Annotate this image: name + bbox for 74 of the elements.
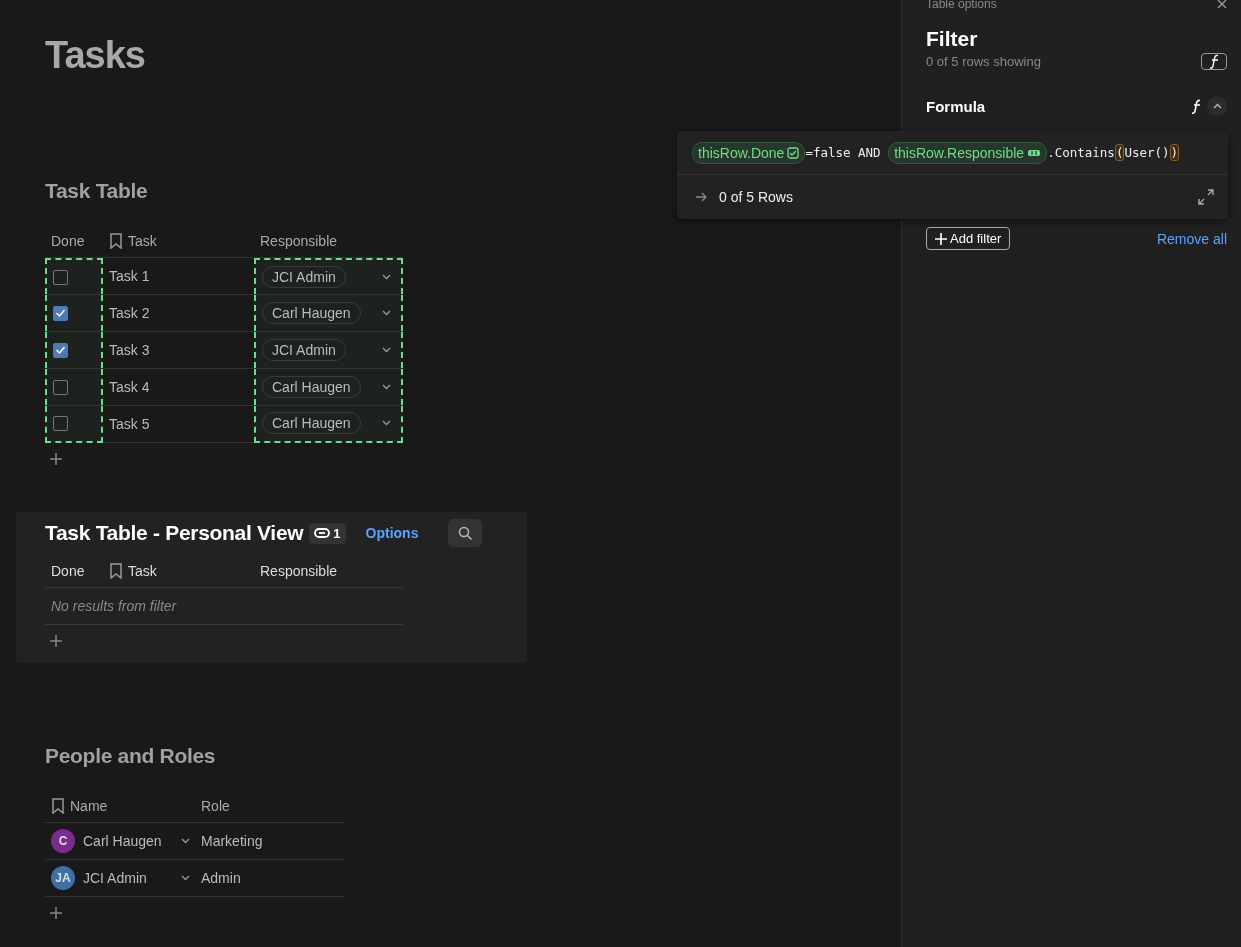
chevron-down-icon[interactable]: [382, 347, 391, 353]
chevron-down-icon[interactable]: [181, 875, 190, 881]
formula-text: User(): [1124, 145, 1170, 160]
chip-icon: [1027, 147, 1042, 158]
checkbox-icon: [787, 146, 800, 159]
close-icon[interactable]: [1217, 0, 1227, 9]
parenthesis: (: [1114, 144, 1125, 161]
chevron-down-icon[interactable]: [382, 310, 391, 316]
table-cell-text: Task 4: [108, 378, 151, 397]
bookmark-icon: [109, 562, 123, 579]
formula-text: .Contains: [1047, 145, 1115, 160]
table-cell: Marketing: [201, 833, 263, 849]
chevron-down-icon[interactable]: [382, 274, 391, 280]
checkbox[interactable]: [53, 305, 68, 321]
add-row-icon[interactable]: [50, 907, 62, 919]
function-icon[interactable]: [1191, 98, 1201, 114]
link-icon: [314, 527, 331, 539]
options-link[interactable]: Options: [365, 525, 419, 541]
remove-all-link[interactable]: Remove all: [1156, 230, 1227, 247]
bookmark-icon: [109, 232, 123, 249]
column-header[interactable]: Done: [51, 562, 85, 579]
search-icon: [458, 526, 472, 540]
chevron-down-icon[interactable]: [382, 384, 391, 390]
avatar: JA: [51, 866, 75, 890]
chevron-down-icon[interactable]: [181, 838, 190, 844]
panel-title: Filter: [926, 27, 979, 51]
formula-text: =false AND: [805, 145, 882, 160]
chevron-down-icon[interactable]: [382, 420, 391, 426]
table-cell: Admin: [201, 870, 241, 886]
collapse-button[interactable]: [1207, 96, 1227, 116]
formula-label: Formula: [926, 97, 986, 115]
result-count: 0 of 5 Rows: [719, 189, 793, 205]
table-cell-text: Task 3: [108, 341, 151, 360]
section-title: People and Roles: [45, 743, 216, 769]
column-header[interactable]: Done: [51, 232, 85, 249]
person-name[interactable]: Carl Haugen: [83, 833, 173, 849]
column-header[interactable]: Role: [201, 797, 230, 814]
checkbox[interactable]: [53, 342, 68, 358]
checkmark-icon: [55, 345, 66, 355]
function-icon: [1209, 54, 1219, 69]
column-header[interactable]: Responsible: [260, 232, 338, 249]
column-header[interactable]: Task: [109, 232, 157, 249]
page-title: Tasks: [45, 33, 146, 78]
chevron-up-icon: [1212, 103, 1222, 109]
expand-icon[interactable]: [1198, 189, 1214, 205]
section-title: Task Table - Personal View: [45, 521, 304, 545]
add-row-icon[interactable]: [50, 453, 62, 465]
column-reference-chip[interactable]: thisRow.Responsible: [888, 141, 1048, 164]
person-name[interactable]: JCI Admin: [83, 870, 173, 886]
section-title: Task Table: [45, 178, 148, 204]
bookmark-icon: [51, 797, 65, 814]
rows-summary: 0 of 5 rows showing: [926, 54, 1041, 69]
table-cell-text: Task 5: [108, 415, 151, 434]
add-filter-button[interactable]: Add filter: [926, 227, 1011, 250]
table-cell-text: Task 2: [108, 304, 151, 323]
plus-icon: [935, 232, 947, 245]
add-row-icon[interactable]: [50, 635, 62, 647]
column-reference-chip[interactable]: thisRow.Done: [692, 141, 806, 164]
column-header[interactable]: Task: [109, 562, 157, 579]
checkmark-icon: [55, 308, 66, 318]
empty-message: No results from filter: [45, 588, 403, 625]
panel-header: Table options: [926, 0, 997, 11]
checkbox[interactable]: [53, 415, 68, 431]
search-button[interactable]: [448, 519, 482, 547]
column-header[interactable]: Name: [51, 797, 108, 814]
checkbox[interactable]: [53, 379, 68, 395]
parenthesis: ): [1169, 144, 1180, 161]
arrow-right-icon: [695, 191, 707, 203]
table-cell-text: Task 1: [108, 267, 151, 286]
checkbox[interactable]: [53, 269, 68, 285]
formula-button[interactable]: [1201, 53, 1227, 70]
link-count-badge[interactable]: 1: [309, 522, 346, 544]
avatar: C: [51, 829, 75, 853]
column-header[interactable]: Responsible: [260, 562, 338, 579]
